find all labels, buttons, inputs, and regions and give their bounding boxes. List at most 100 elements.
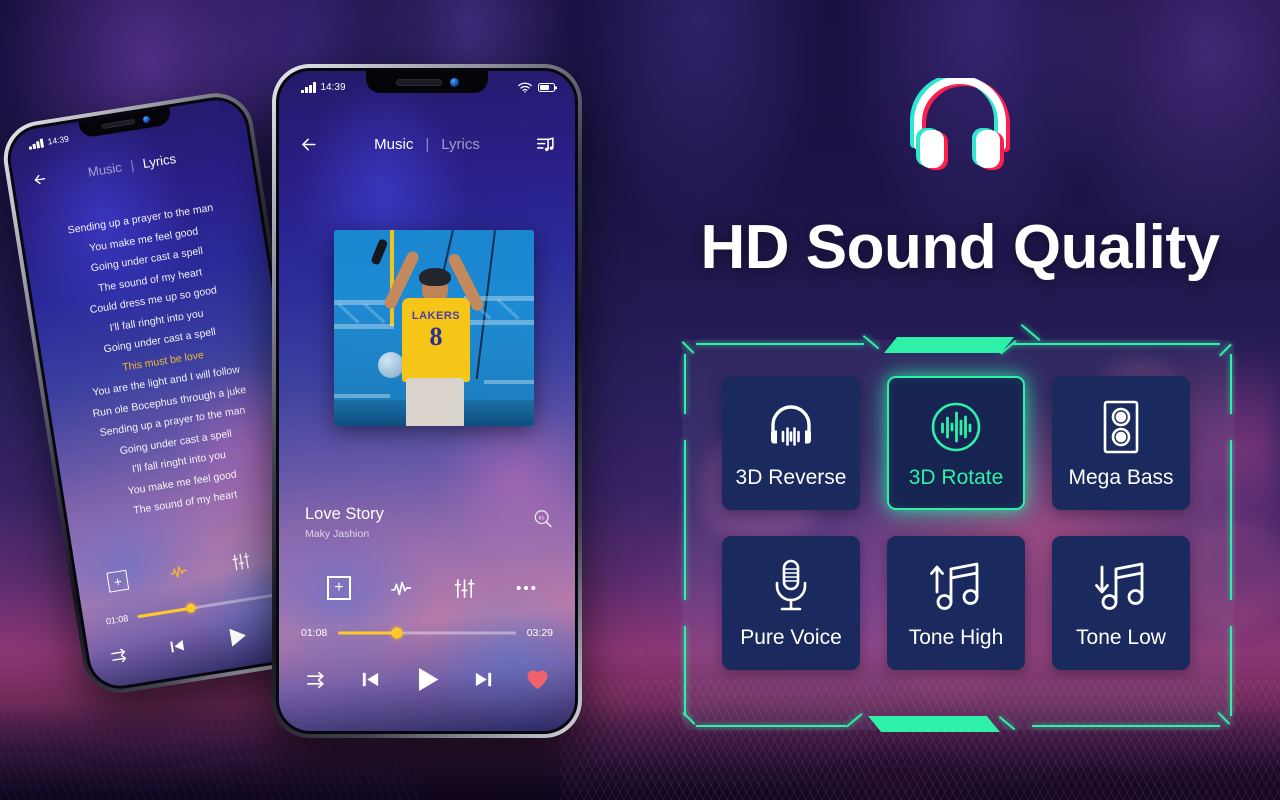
effect-tile-mega-bass[interactable]: Mega Bass	[1052, 376, 1190, 510]
frame-line-right-lower	[1230, 626, 1232, 716]
frame-accent-bottom	[868, 716, 1000, 732]
album-truss	[334, 324, 394, 329]
song-title: Love Story	[305, 505, 384, 523]
frame-line-left-lower	[684, 626, 686, 716]
frame-line-right-upper	[1230, 354, 1232, 414]
battery-icon	[538, 83, 555, 92]
elapsed-time: 01:08	[105, 613, 130, 627]
album-truss	[334, 394, 390, 398]
equalizer-icon[interactable]	[454, 578, 475, 599]
effects-frame: 3D Reverse 3D Rotate Mega Bass Pure Voic…	[681, 324, 1234, 732]
effect-label: Tone High	[908, 626, 1004, 649]
phone-frame: 14:39 Music | Lyrics LAKERS 8 Love Story…	[272, 64, 582, 738]
album-truss	[464, 320, 534, 325]
seek-knob[interactable]	[186, 602, 197, 614]
headphones-icon	[898, 78, 1022, 172]
back-arrow-icon[interactable]	[299, 135, 318, 154]
seek-fill	[136, 606, 192, 618]
progress-row: 01:08 03:29	[301, 626, 553, 640]
sound-pulse-icon[interactable]	[390, 579, 415, 597]
effect-tile-pure-voice[interactable]: Pure Voice	[722, 536, 860, 670]
music-note-down-icon	[1092, 556, 1150, 618]
page-title: HD Sound Quality	[700, 213, 1221, 282]
frame-accent-top	[884, 337, 1014, 353]
microphone-icon	[769, 556, 813, 618]
svg-text:lrc: lrc	[539, 515, 545, 521]
shuffle-icon[interactable]	[307, 671, 328, 689]
promo-panel: HD Sound Quality 3D Reverse 3D Rotate Me…	[640, 0, 1280, 800]
effect-label: 3D Rotate	[908, 466, 1004, 489]
effect-tile-tone-high[interactable]: Tone High	[887, 536, 1025, 670]
signal-bars-icon	[28, 138, 44, 150]
tab-lyrics[interactable]: Lyrics	[441, 136, 480, 153]
add-to-playlist-icon[interactable]: +	[327, 576, 351, 600]
effect-label: Mega Bass	[1068, 466, 1174, 489]
frame-line-bottom-left	[696, 725, 846, 727]
song-artist: Maky Jashion	[305, 528, 370, 540]
next-track-icon[interactable]	[473, 669, 494, 690]
signal-bars-icon	[301, 82, 316, 93]
effect-label: Tone Low	[1076, 626, 1166, 649]
add-to-playlist-icon[interactable]: +	[106, 569, 130, 593]
album-pole	[390, 230, 394, 326]
frame-line-left-mid	[684, 440, 686, 600]
effect-tile-3d-rotate[interactable]: 3D Rotate	[887, 376, 1025, 510]
tab-music[interactable]: Music	[374, 136, 413, 153]
previous-track-icon[interactable]	[168, 636, 187, 655]
seek-knob[interactable]	[391, 627, 403, 639]
tab-music[interactable]: Music	[87, 159, 123, 179]
status-time: 14:39	[320, 82, 346, 93]
frame-line-bottom-right	[1032, 725, 1220, 727]
favorite-heart-icon[interactable]	[526, 669, 549, 690]
tab-lyrics[interactable]: Lyrics	[141, 150, 176, 170]
album-truss	[484, 380, 534, 384]
lrc-search-icon[interactable]: lrc	[533, 509, 553, 529]
album-disco-ball	[378, 352, 404, 378]
effect-tile-3d-reverse[interactable]: 3D Reverse	[722, 376, 860, 510]
speaker-cabinet-icon	[1100, 396, 1142, 458]
play-icon[interactable]	[413, 665, 442, 694]
headphones-waveform-icon	[762, 396, 820, 458]
status-bar: 14:39	[279, 71, 575, 93]
status-time: 14:39	[46, 133, 70, 147]
tab-separator: |	[425, 135, 430, 153]
tool-row: +	[327, 576, 537, 600]
tool-row: +	[106, 545, 285, 593]
phone-device-player: 14:39 Music | Lyrics LAKERS 8 Love Story…	[272, 64, 582, 738]
wifi-icon	[518, 82, 532, 93]
album-art[interactable]: LAKERS 8	[334, 230, 534, 426]
music-note-up-icon	[927, 556, 985, 618]
frame-line-right-mid	[1230, 440, 1232, 600]
effects-grid: 3D Reverse 3D Rotate Mega Bass Pure Voic…	[722, 376, 1190, 670]
tab-separator: |	[129, 157, 135, 173]
frame-accent-top-tick	[1020, 324, 1041, 341]
seek-fill	[338, 631, 397, 635]
transport-controls	[307, 665, 549, 694]
album-cap	[419, 268, 451, 286]
back-arrow-icon[interactable]	[31, 170, 49, 188]
effect-tile-tone-low[interactable]: Tone Low	[1052, 536, 1190, 670]
playlist-note-icon[interactable]	[536, 135, 555, 154]
album-legs	[406, 378, 464, 426]
seek-slider[interactable]	[338, 626, 516, 640]
phone-screen-player: 14:39 Music | Lyrics LAKERS 8 Love Story…	[279, 71, 575, 731]
waveform-circle-icon	[928, 396, 984, 458]
album-jersey-team: LAKERS	[411, 310, 461, 322]
effect-label: 3D Reverse	[735, 466, 847, 489]
sound-pulse-icon[interactable]	[169, 562, 191, 581]
album-jersey-number: 8	[429, 322, 443, 351]
frame-line-left-upper	[684, 354, 686, 414]
lyrics-list[interactable]: Sending up a prayer to the man You make …	[21, 191, 304, 532]
phone-bezel: 14:39 Music | Lyrics LAKERS 8 Love Story…	[276, 68, 578, 734]
frame-line-top-right	[1012, 343, 1220, 345]
play-icon[interactable]	[224, 624, 250, 650]
frame-line-top-left	[696, 343, 864, 345]
effect-label: Pure Voice	[740, 626, 842, 649]
equalizer-icon[interactable]	[231, 551, 252, 572]
duration-time: 03:29	[526, 627, 553, 639]
shuffle-icon[interactable]	[110, 646, 130, 665]
more-options-icon[interactable]	[515, 584, 537, 592]
app-header: Music | Lyrics	[279, 129, 575, 159]
elapsed-time: 01:08	[301, 627, 328, 639]
previous-track-icon[interactable]	[360, 669, 381, 690]
